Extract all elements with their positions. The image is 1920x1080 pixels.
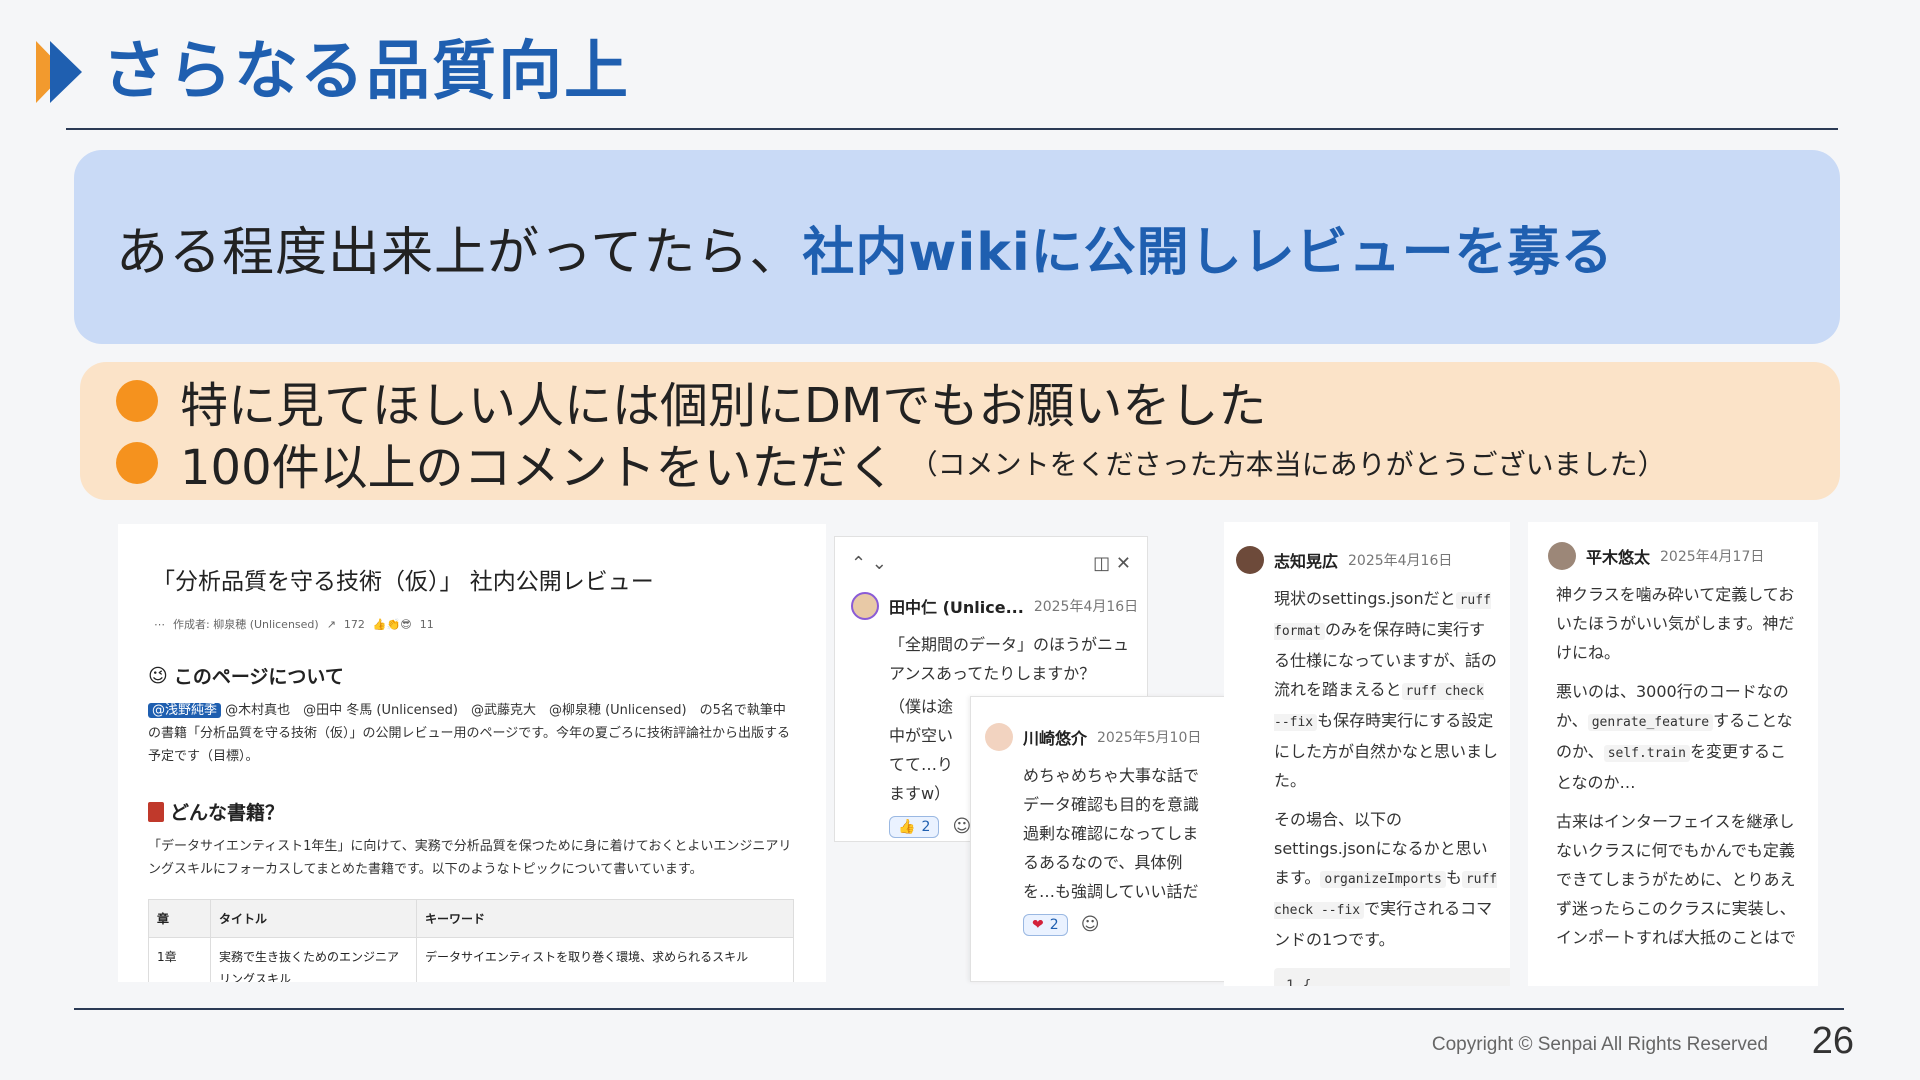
comment-body: 古来はインターフェイスを継承しないクラスに何でもかんでも定義できてしまうがために… [1556,812,1797,947]
chevron-icon [36,37,84,107]
reaction-icon: 👍👏😎 [372,617,412,631]
comment-body: めちゃめちゃ大事な話でデータ確認も目的を意識過剰な確認になってしまるあるなので、… [1023,766,1200,901]
chart-icon: ↗ [326,617,336,631]
footer-divider [74,1008,1844,1010]
avatar [1236,546,1264,574]
comment-author: 平木悠太 [1586,548,1651,567]
wiki-paragraph: 「データサイエンティスト1年生」に向けて、実務で分析品質を保つために身に着けてお… [148,839,792,877]
comment-body: 現状のsettings.jsonだと ruff format のみを保存時に実行する… [1274,589,1499,790]
comment-header: 田中仁 (Unlice... 2025年4月16日 [851,592,1138,620]
wink-face-icon: 😉 [148,664,168,687]
page-title: さらなる品質向上 [102,35,630,109]
wiki-views: 172 [343,617,365,631]
add-reaction-icon[interactable]: ☺ [952,816,971,837]
comment-header: 平木悠太 2025年4月17日 [1548,542,1798,570]
add-reaction-icon[interactable]: ☺ [1081,914,1100,935]
comment-body: 神クラスを噛み砕いて定義しておいたほうがいい気がします。神だけにね。 [1556,585,1795,662]
reaction-button[interactable]: 👍 2 [889,816,940,838]
comment-card: 平木悠太 2025年4月17日 神クラスを噛み砕いて定義しておいたほうがいい気が… [1528,522,1818,986]
main-callout: ある程度出来上がってたら、社内wikiに公開しレビューを募る [74,150,1840,344]
comment-body: （僕は途中が空いてて…りますw） [889,697,954,803]
reaction-button[interactable]: ❤ 2 [1023,914,1068,936]
callout-highlight: 社内wikiに公開しレビューを募る [802,222,1614,283]
comment-card: 志知晃広 2025年4月16日 現状のsettings.jsonだと ruff f… [1224,522,1510,986]
comment-date: 2025年4月17日 [1660,549,1765,565]
user-mention[interactable]: @浅野純季 [148,703,222,718]
callout-prefix: ある程度出来上がってたら、 [116,222,803,283]
bullet-dot-icon [116,442,158,484]
author-icon: ⋯ [154,617,165,631]
table-cell: 実務で生き抜くためのエンジニアリングスキル [210,937,417,982]
wiki-reactions: 11 [419,617,434,631]
comment-card: 川崎悠介 2025年5月10日 めちゃめちゃ大事な話でデータ確認も目的を意識過剰… [970,696,1228,982]
comment-header: 志知晃広 2025年4月16日 [1236,546,1498,574]
bullet-text: 100件以上のコメントをいただく [180,440,896,496]
table-row: 1章 実務で生き抜くためのエンジニアリングスキル データサイエンティストを取り巻… [148,937,794,982]
wiki-author: 作成者: 柳泉穂 (Unlicensed) [173,618,319,631]
avatar [985,723,1013,751]
thumbs-up-icon: 👍 [898,819,916,835]
comment-date: 2025年5月10日 [1097,730,1202,746]
title-divider [66,128,1838,130]
avatar [851,592,879,620]
page-number: 26 [1811,1020,1854,1062]
book-icon [148,801,164,822]
avatar [1548,542,1576,570]
bullet-callout: 特に見てほしい人には個別にDMでもお願いをした 100件以上のコメントをいただく… [80,362,1840,500]
table-header: タイトル [210,899,417,938]
bullet-dot-icon [116,380,158,422]
comment-body: 悪いのは、3000行のコードなのか、 genrate_feature することなのか… [1556,682,1793,792]
comment-toolbar: ⌃ ⌄ ◫ ✕ [851,553,1131,574]
wiki-meta: ⋯ 作成者: 柳泉穂 (Unlicensed) ↗ 172 👍👏😎 11 [154,616,796,632]
comment-author: 川崎悠介 [1023,729,1088,748]
bullet-note: （コメントをくださった方本当にありがとうございました） [909,448,1666,481]
wiki-section-heading: 😉 このページについて [148,664,344,689]
close-icon[interactable]: ✕ [1116,553,1131,574]
comment-header: 川崎悠介 2025年5月10日 [985,723,1213,751]
wiki-title: 「分析品質を守る技術（仮）」 社内公開レビュー [152,569,654,595]
table-header-row: 章 タイトル キーワード [148,899,794,938]
wiki-section-heading: どんな書籍？ [148,798,796,825]
panel-icon[interactable]: ◫ [1093,553,1110,574]
bullet-item: 100件以上のコメントをいただく （コメントをくださった方本当にありがとうござい… [116,432,1840,496]
bullet-text: 特に見てほしい人には個別にDMでもお願いをした [180,378,1267,434]
wiki-page-screenshot: 「分析品質を守る技術（仮）」 社内公開レビュー ⋯ 作成者: 柳泉穂 (Unli… [118,524,826,982]
comment-body: その場合、以下のsettings.jsonになるかと思います。 organizeI… [1274,810,1498,949]
copyright-text: Copyright © Senpai All Rights Reserved [1431,1034,1768,1055]
slide-header: さらなる品質向上 [36,32,630,112]
comment-date: 2025年4月16日 [1033,599,1139,615]
heart-icon: ❤ [1032,917,1044,933]
bullet-item: 特に見てほしい人には個別にDMでもお願いをした [116,370,1840,434]
table-header: 章 [148,899,211,938]
comment-author: 田中仁 (Unlice... [889,598,1024,617]
table-cell: 1章 [148,937,211,982]
callout-text: ある程度出来上がってたら、社内wikiに公開しレビューを募る [116,210,1614,285]
chapter-table: 章 タイトル キーワード 1章 実務で生き抜くためのエンジニアリングスキル デー… [148,899,794,982]
wiki-paragraph: @浅野純季 @木村真也 @田中 冬馬 (Unlicensed) @武藤克大 @柳… [148,703,790,764]
table-header: キーワード [416,899,794,938]
comment-date: 2025年4月16日 [1348,553,1453,569]
comment-author: 志知晃広 [1274,552,1339,571]
table-cell: データサイエンティストを取り巻く環境、求められるスキル [416,937,794,982]
comment-body: 「全期間のデータ」のほうがニュアンスあってたりしますか？ [889,635,1130,683]
chevron-nav-icon[interactable]: ⌃ ⌄ [851,553,887,574]
code-block: 1 { [1274,968,1510,986]
